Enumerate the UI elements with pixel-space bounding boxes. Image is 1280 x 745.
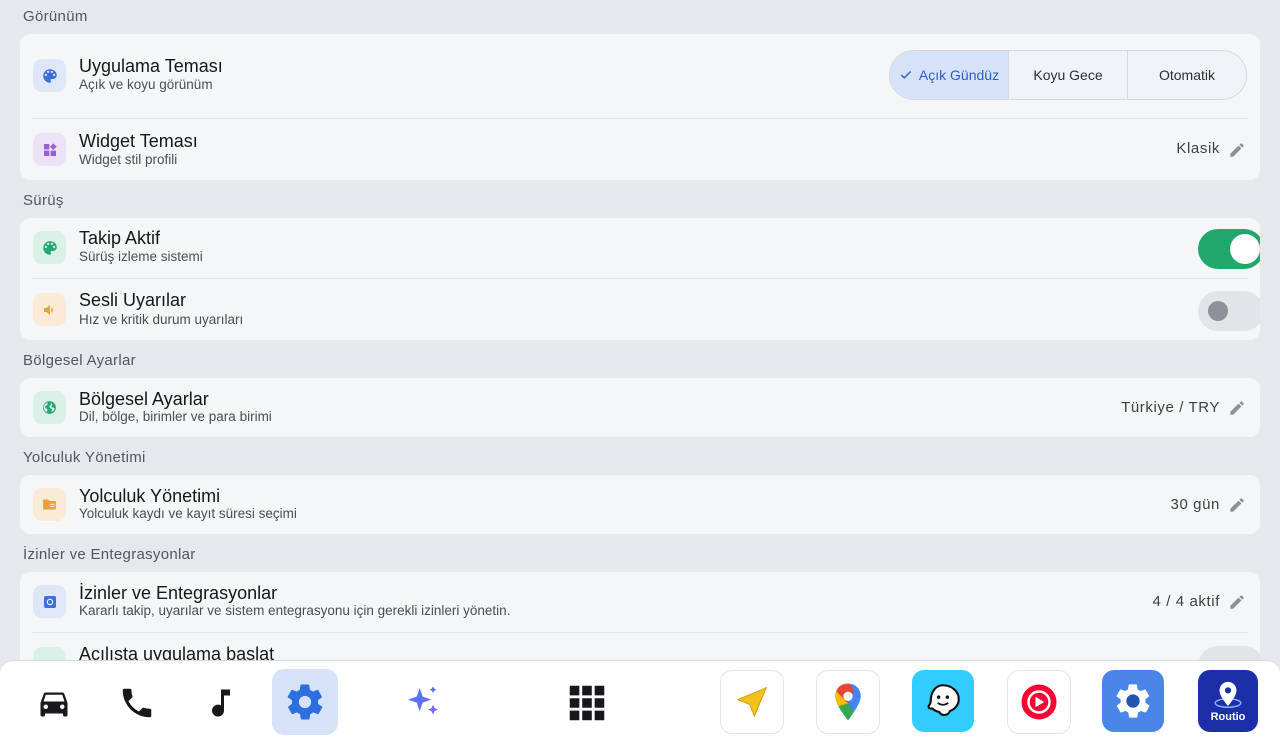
voice-alerts-row: Sesli Uyarılar Hız ve kritik durum uyarı…	[20, 279, 1260, 340]
tracking-title: Takip Aktif	[79, 228, 161, 248]
theme-option-light[interactable]: Açık Gündüz	[890, 51, 1008, 99]
pencil-icon[interactable]	[1228, 141, 1246, 159]
trips-title: Yolculuk Yönetimi	[79, 486, 221, 506]
widget-theme-title: Widget Teması	[79, 131, 198, 151]
appearance-card: Uygulama Teması Açık ve koyu görünüm Açı…	[20, 34, 1260, 180]
permissions-row[interactable]: İzinler ve Entegrasyonlar Kararlı takip,…	[20, 572, 1260, 632]
regional-title: Bölgesel Ayarlar	[79, 389, 209, 409]
trips-subtitle: Yolculuk kaydı ve kayıt süresi seçimi	[79, 506, 297, 521]
theme-option-dark[interactable]: Koyu Gece	[1008, 51, 1127, 99]
regional-value: Türkiye / TRY	[1121, 399, 1220, 416]
tracking-toggle[interactable]	[1198, 229, 1260, 269]
section-title-trips: Yolculuk Yönetimi	[23, 449, 146, 466]
youtube-music-app-icon[interactable]	[1007, 670, 1071, 734]
section-title-regional: Bölgesel Ayarlar	[23, 352, 136, 369]
regional-row[interactable]: Bölgesel Ayarlar Dil, bölge, birimler ve…	[20, 378, 1260, 437]
trips-card: Yolculuk Yönetimi Yolculuk kaydı ve kayı…	[20, 475, 1260, 534]
phone-icon[interactable]	[110, 676, 164, 730]
toggle-knob	[1230, 234, 1260, 264]
routio-app-icon[interactable]: Routio	[1198, 670, 1258, 732]
theme-option-auto-label: Otomatik	[1158, 67, 1215, 83]
section-title-driving: Sürüş	[23, 192, 64, 209]
trips-row[interactable]: Yolculuk Yönetimi Yolculuk kaydı ve kayı…	[20, 475, 1260, 534]
regional-card: Bölgesel Ayarlar Dil, bölge, birimler ve…	[20, 378, 1260, 437]
widgets-icon	[33, 133, 66, 166]
bottom-dock	[0, 660, 1280, 745]
tracking-row: Takip Aktif Sürüş izleme sistemi	[20, 218, 1260, 278]
music-icon[interactable]	[194, 676, 248, 730]
check-icon	[900, 71, 912, 79]
car-icon[interactable]	[27, 676, 81, 730]
pencil-icon[interactable]	[1228, 593, 1246, 611]
theme-segmented-control: Açık Gündüz Koyu Gece Otomatik	[889, 50, 1247, 100]
permissions-subtitle: Kararlı takip, uyarılar ve sistem entegr…	[79, 603, 511, 618]
voice-alerts-subtitle: Hız ve kritik durum uyarıları	[79, 312, 244, 327]
settings-app-icon[interactable]	[1102, 670, 1164, 732]
theme-option-light-label: Açık Gündüz	[918, 67, 1000, 83]
globe-icon	[33, 391, 66, 424]
app-theme-title: Uygulama Teması	[79, 56, 223, 76]
palette-icon	[33, 59, 66, 92]
routio-label: Routio	[1210, 711, 1246, 723]
navigation-app-icon[interactable]	[720, 670, 784, 734]
folder-list-icon	[33, 488, 66, 521]
voice-alerts-toggle[interactable]	[1198, 291, 1260, 331]
toggle-knob	[1208, 301, 1228, 321]
tracking-subtitle: Sürüş izleme sistemi	[79, 249, 203, 264]
widget-theme-row[interactable]: Widget Teması Widget stil profili Klasik	[20, 119, 1260, 180]
theme-option-dark-label: Koyu Gece	[1033, 67, 1103, 83]
widget-theme-subtitle: Widget stil profili	[79, 152, 178, 167]
trips-value: 30 gün	[1170, 496, 1220, 513]
ai-sparkle-icon[interactable]	[396, 676, 450, 730]
maps-app-icon[interactable]	[816, 670, 880, 734]
palette-icon	[33, 231, 66, 264]
settings-icon[interactable]	[272, 669, 338, 735]
driving-card: Takip Aktif Sürüş izleme sistemi Sesli U…	[20, 218, 1260, 340]
map-pin-icon	[1214, 681, 1242, 709]
pencil-icon[interactable]	[1228, 399, 1246, 417]
theme-option-auto[interactable]: Otomatik	[1127, 51, 1246, 99]
volume-icon	[33, 293, 66, 326]
app-grid-icon[interactable]	[560, 676, 614, 730]
waze-app-icon[interactable]	[912, 670, 974, 732]
widget-theme-value: Klasik	[1176, 140, 1220, 157]
voice-alerts-title: Sesli Uyarılar	[79, 290, 187, 310]
section-title-appearance: Görünüm	[23, 8, 88, 25]
permissions-value: 4 / 4 aktif	[1152, 593, 1220, 610]
pencil-icon[interactable]	[1228, 496, 1246, 514]
app-theme-row: Uygulama Teması Açık ve koyu görünüm Açı…	[20, 34, 1260, 118]
shield-settings-icon	[33, 585, 66, 618]
app-theme-subtitle: Açık ve koyu görünüm	[79, 77, 213, 92]
permissions-title: İzinler ve Entegrasyonlar	[79, 583, 278, 603]
regional-subtitle: Dil, bölge, birimler ve para birimi	[79, 409, 272, 424]
section-title-permissions: İzinler ve Entegrasyonlar	[23, 546, 196, 563]
